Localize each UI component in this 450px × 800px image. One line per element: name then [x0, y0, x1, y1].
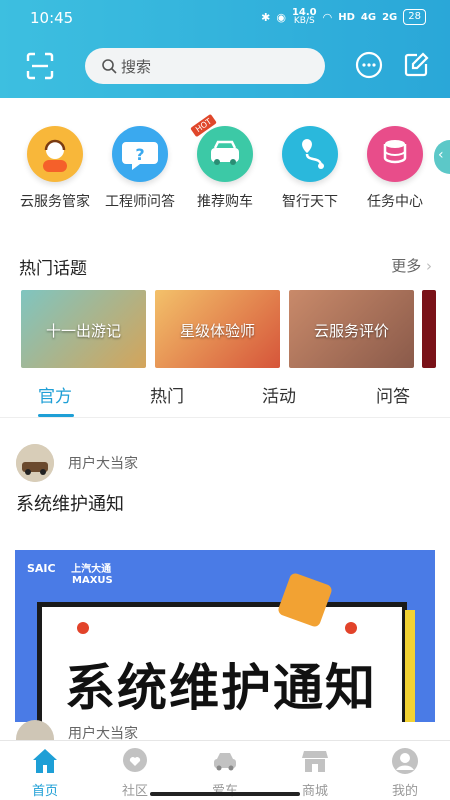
tab-hot[interactable]: 热门 — [150, 382, 184, 407]
chevron-right-icon: › — [421, 257, 432, 275]
search-input[interactable]: 搜索 — [85, 48, 325, 84]
hd-icon: HD — [338, 11, 355, 23]
car-icon — [214, 753, 236, 771]
topic-card-partial[interactable] — [422, 290, 436, 368]
nav-community[interactable]: 社区 — [90, 741, 180, 799]
scan-icon[interactable] — [26, 52, 54, 80]
quick-item-smart-travel[interactable]: 智行天下 — [265, 120, 355, 211]
quick-item-label: 任务中心 — [367, 194, 423, 210]
location-icon: ◉ — [276, 10, 286, 24]
post-banner-image[interactable]: SAIC 上汽大通 MAXUS 系统维护通知 — [15, 550, 435, 722]
banner-text: 系统维护通知 — [65, 659, 377, 717]
customer-service-icon — [27, 126, 83, 182]
home-icon — [33, 749, 57, 773]
tab-qa[interactable]: 问答 — [376, 382, 410, 407]
profile-icon — [392, 748, 418, 774]
question-bubble-icon: ? — [112, 126, 168, 182]
quick-menu: 云服务管家 ? 工程师问答 HOT 推荐购车 智行天下 任务中心 — [0, 113, 450, 220]
quick-item-label: 云服务管家 — [20, 194, 90, 210]
coins-icon — [367, 126, 423, 182]
quick-item-recommend-car[interactable]: HOT 推荐购车 — [180, 113, 270, 211]
topic-card-label: 云服务评价 — [313, 322, 389, 340]
topic-card-label: 星级体验师 — [179, 322, 255, 340]
search-icon — [102, 59, 117, 74]
avatar[interactable] — [16, 720, 54, 740]
post-title[interactable]: 系统维护通知 — [16, 490, 124, 516]
nav-home[interactable]: 首页 — [0, 741, 90, 799]
tab-indicator — [38, 414, 74, 417]
post-author: 用户大当家 — [68, 456, 138, 472]
status-icons: ✱ ◉ 14.0 KB/S ◠ HD 4G 2G 28 — [261, 7, 426, 26]
store-icon — [302, 751, 328, 772]
avatar[interactable] — [16, 444, 54, 482]
wifi-icon: ◠ — [322, 10, 333, 24]
battery-icon: 28 — [403, 9, 426, 25]
message-icon[interactable] — [355, 51, 383, 79]
nav-label: 商城 — [301, 784, 328, 799]
heart-bubble-icon — [123, 748, 147, 772]
svg-text:?: ? — [135, 145, 144, 164]
quick-item-cloud-service[interactable]: 云服务管家 — [10, 120, 100, 211]
tab-activity[interactable]: 活动 — [262, 382, 296, 407]
topic-card[interactable]: 十一出游记 — [21, 290, 146, 368]
bottom-nav: 首页 社区 爱车 商城 我的 — [0, 740, 450, 800]
nav-label: 爱车 — [180, 780, 270, 799]
nav-my-car[interactable]: 爱车 — [180, 741, 270, 799]
app-header: 10:45 ✱ ◉ 14.0 KB/S ◠ HD 4G 2G 28 搜索 — [0, 0, 450, 98]
nav-label: 我的 — [391, 784, 418, 799]
feed-tabs: 官方 热门 活动 问答 — [0, 378, 450, 418]
net-speed: 14.0 KB/S — [291, 7, 317, 26]
topic-card[interactable]: 云服务评价 — [289, 290, 414, 368]
bluetooth-icon: ✱ — [261, 10, 271, 24]
more-link[interactable]: 更多 › — [391, 255, 432, 276]
quick-item-label: 推荐购车 — [197, 194, 253, 210]
nav-store[interactable]: 商城 — [270, 741, 360, 799]
topic-card-label: 十一出游记 — [45, 322, 121, 340]
tab-official[interactable]: 官方 — [38, 382, 72, 407]
topic-card[interactable]: 星级体验师 — [155, 290, 280, 368]
quick-item-task-center[interactable]: 任务中心 — [350, 120, 440, 211]
status-bar: 10:45 ✱ ◉ 14.0 KB/S ◠ HD 4G 2G 28 — [0, 0, 450, 34]
status-time: 10:45 — [30, 9, 74, 27]
nav-label: 社区 — [121, 784, 148, 799]
home-indicator — [150, 792, 300, 796]
hot-topics-title: 热门话题 — [19, 259, 87, 279]
route-icon — [282, 126, 338, 182]
edit-icon[interactable] — [403, 52, 429, 78]
signal-4g-icon: 4G — [360, 11, 377, 23]
nav-label: 首页 — [31, 784, 58, 799]
signal-2g-icon: 2G — [382, 11, 398, 23]
brand-logo: SAIC 上汽大通 MAXUS — [27, 562, 113, 586]
quick-item-label: 智行天下 — [282, 194, 338, 210]
quick-item-label: 工程师问答 — [105, 194, 175, 210]
quick-item-engineer-qa[interactable]: ? 工程师问答 — [95, 120, 185, 211]
chevron-left-icon: ‹ — [438, 147, 444, 163]
car-icon: HOT — [190, 113, 253, 182]
nav-profile[interactable]: 我的 — [360, 741, 450, 799]
search-placeholder: 搜索 — [121, 58, 152, 76]
